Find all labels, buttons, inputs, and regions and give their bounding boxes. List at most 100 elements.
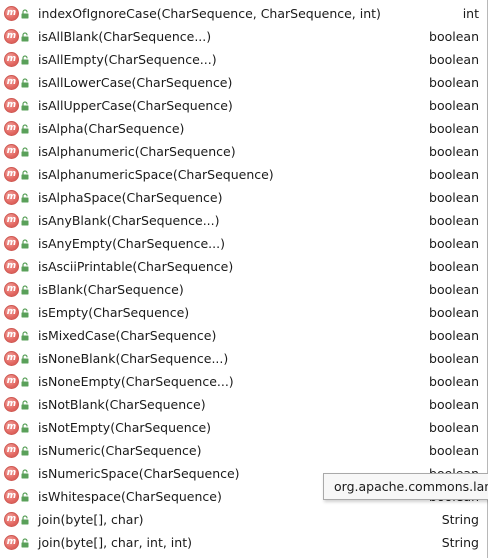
public-lock-icon xyxy=(21,193,29,203)
public-lock-icon xyxy=(21,239,29,249)
completion-item[interactable]: m isNotBlank(CharSequence) boolean xyxy=(0,393,486,416)
method-signature: isAllUpperCase(CharSequence) xyxy=(38,98,233,113)
completion-item[interactable]: m isAsciiPrintable(CharSequence) boolean xyxy=(0,255,486,278)
return-type: boolean xyxy=(429,213,479,228)
completion-item[interactable]: m isNotEmpty(CharSequence) boolean xyxy=(0,416,486,439)
completion-item[interactable]: m isAlphanumeric(CharSequence) boolean xyxy=(0,140,486,163)
return-type: int xyxy=(462,6,479,21)
method-signature: join(byte[], char) xyxy=(38,512,144,527)
method-signature: isAlphanumeric(CharSequence) xyxy=(38,144,236,159)
public-lock-icon xyxy=(21,469,29,479)
method-signature: isAllLowerCase(CharSequence) xyxy=(38,75,233,90)
method-icon: m xyxy=(4,52,19,67)
method-signature: isAlpha(CharSequence) xyxy=(38,121,185,136)
return-type: boolean xyxy=(429,75,479,90)
completion-item[interactable]: m isAnyBlank(CharSequence...) boolean xyxy=(0,209,486,232)
public-lock-icon xyxy=(21,55,29,65)
public-lock-icon xyxy=(21,216,29,226)
return-type: boolean xyxy=(429,98,479,113)
method-icon: m xyxy=(4,420,19,435)
completion-item[interactable]: m isNumeric(CharSequence) boolean xyxy=(0,439,486,462)
completion-item[interactable]: m isAllEmpty(CharSequence...) boolean xyxy=(0,48,486,71)
method-signature: isAllBlank(CharSequence...) xyxy=(38,29,212,44)
completion-item[interactable]: m isAlphanumericSpace(CharSequence) boolea… xyxy=(0,163,486,186)
method-signature: isNumericSpace(CharSequence) xyxy=(38,466,240,481)
return-type: boolean xyxy=(429,305,479,320)
method-icon: m xyxy=(4,6,19,21)
completion-item[interactable]: m isEmpty(CharSequence) boolean xyxy=(0,301,486,324)
completion-item[interactable]: m indexOfIgnoreCase(CharSequence, CharSeq… xyxy=(0,2,486,25)
method-signature: join(byte[], char, int, int) xyxy=(38,535,192,550)
public-lock-icon xyxy=(21,538,29,548)
return-type: boolean xyxy=(429,29,479,44)
return-type: String xyxy=(441,535,479,550)
return-type: boolean xyxy=(429,374,479,389)
return-type: boolean xyxy=(429,236,479,251)
public-lock-icon xyxy=(21,170,29,180)
method-icon: m xyxy=(4,75,19,90)
return-type: boolean xyxy=(429,328,479,343)
completion-item[interactable]: m isAllLowerCase(CharSequence) boolean xyxy=(0,71,486,94)
method-signature: isNoneEmpty(CharSequence...) xyxy=(38,374,234,389)
return-type: boolean xyxy=(429,190,479,205)
completion-item[interactable]: m isAllUpperCase(CharSequence) boolean xyxy=(0,94,486,117)
return-type: boolean xyxy=(429,52,479,67)
method-signature: isBlank(CharSequence) xyxy=(38,282,184,297)
public-lock-icon xyxy=(21,331,29,341)
method-signature: isAllEmpty(CharSequence...) xyxy=(38,52,217,67)
return-type: boolean xyxy=(429,443,479,458)
public-lock-icon xyxy=(21,377,29,387)
method-icon: m xyxy=(4,121,19,136)
return-type: boolean xyxy=(429,121,479,136)
return-type: boolean xyxy=(429,282,479,297)
public-lock-icon xyxy=(21,147,29,157)
method-signature: isAlphanumericSpace(CharSequence) xyxy=(38,167,274,182)
completion-item[interactable]: m join(byte[], char, int, int) String xyxy=(0,531,486,554)
return-type: String xyxy=(441,512,479,527)
completion-item[interactable]: m isAnyEmpty(CharSequence...) boolean xyxy=(0,232,486,255)
method-signature: isAnyBlank(CharSequence...) xyxy=(38,213,220,228)
tooltip-text: org.apache.commons.lang xyxy=(334,479,488,494)
method-icon: m xyxy=(4,98,19,113)
method-icon: m xyxy=(4,328,19,343)
completion-item[interactable]: m isNoneEmpty(CharSequence...) boolean xyxy=(0,370,486,393)
return-type: boolean xyxy=(429,259,479,274)
public-lock-icon xyxy=(21,101,29,111)
method-icon: m xyxy=(4,397,19,412)
completion-item[interactable]: m isAllBlank(CharSequence...) boolean xyxy=(0,25,486,48)
method-icon: m xyxy=(4,512,19,527)
method-icon: m xyxy=(4,282,19,297)
completion-item[interactable]: m join(byte[], char) String xyxy=(0,508,486,531)
method-signature: isAlphaSpace(CharSequence) xyxy=(38,190,223,205)
completion-item[interactable]: m isAlpha(CharSequence) boolean xyxy=(0,117,486,140)
public-lock-icon xyxy=(21,262,29,272)
package-tooltip: org.apache.commons.lang xyxy=(323,473,488,500)
completion-item[interactable]: m isMixedCase(CharSequence) boolean xyxy=(0,324,486,347)
method-icon: m xyxy=(4,443,19,458)
method-icon: m xyxy=(4,190,19,205)
method-signature: indexOfIgnoreCase(CharSequence, CharSequ… xyxy=(38,6,381,21)
completion-item[interactable]: m isBlank(CharSequence) boolean xyxy=(0,278,486,301)
method-icon: m xyxy=(4,374,19,389)
method-icon: m xyxy=(4,351,19,366)
method-signature: isEmpty(CharSequence) xyxy=(38,305,190,320)
method-signature: isNumeric(CharSequence) xyxy=(38,443,202,458)
public-lock-icon xyxy=(21,124,29,134)
method-icon: m xyxy=(4,213,19,228)
public-lock-icon xyxy=(21,9,29,19)
completion-item[interactable]: m isAlphaSpace(CharSequence) boolean xyxy=(0,186,486,209)
completion-item[interactable]: m isNoneBlank(CharSequence...) boolean xyxy=(0,347,486,370)
public-lock-icon xyxy=(21,446,29,456)
method-icon: m xyxy=(4,305,19,320)
method-icon: m xyxy=(4,466,19,481)
return-type: boolean xyxy=(429,167,479,182)
public-lock-icon xyxy=(21,78,29,88)
public-lock-icon xyxy=(21,423,29,433)
public-lock-icon xyxy=(21,492,29,502)
public-lock-icon xyxy=(21,400,29,410)
public-lock-icon xyxy=(21,308,29,318)
method-signature: isAnyEmpty(CharSequence...) xyxy=(38,236,225,251)
method-icon: m xyxy=(4,259,19,274)
return-type: boolean xyxy=(429,351,479,366)
return-type: boolean xyxy=(429,420,479,435)
